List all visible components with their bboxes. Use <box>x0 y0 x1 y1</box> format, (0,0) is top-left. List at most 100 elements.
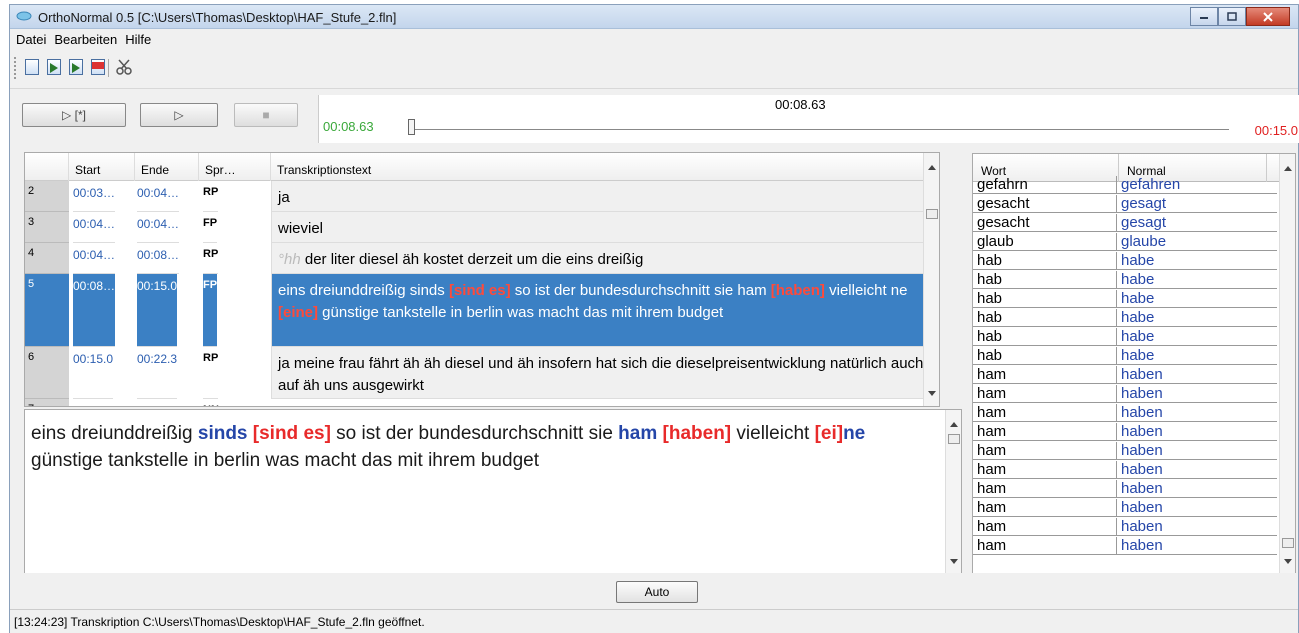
toolbar-grip <box>14 57 17 79</box>
word-row[interactable]: ham haben <box>973 385 1277 403</box>
timeline-slider-handle[interactable] <box>408 119 415 135</box>
open-icon[interactable] <box>22 57 42 77</box>
word-original: ham <box>977 461 1117 479</box>
row-end: 00:15.0 <box>137 274 178 347</box>
word-row[interactable]: hab habe <box>973 328 1277 346</box>
row-end: 00:23… <box>137 399 179 406</box>
word-original: ham <box>977 518 1117 536</box>
word-row[interactable]: ham haben <box>973 423 1277 441</box>
table-row-selected[interactable]: 5 00:08… 00:15.0 FP eins dreiunddreißig … <box>25 274 925 347</box>
word-row[interactable]: ham haben <box>973 461 1277 479</box>
export-icon[interactable] <box>88 57 108 77</box>
table-row[interactable]: 7 00:22.3 00:23… NN <box>25 399 925 406</box>
scroll-thumb[interactable] <box>926 209 938 219</box>
word-row[interactable]: gefahrn gefahren <box>973 176 1277 194</box>
menu-bearbeiten[interactable]: Bearbeiten <box>54 32 117 47</box>
toolbar-separator <box>108 59 109 77</box>
row-speaker: RP <box>203 347 219 399</box>
word-normal: habe <box>1121 309 1155 326</box>
word-normal: gefahren <box>1121 176 1181 193</box>
word-row[interactable]: hab habe <box>973 347 1277 365</box>
row-start: 00:08… <box>73 274 116 347</box>
word-row[interactable]: ham haben <box>973 537 1277 555</box>
auto-button[interactable]: Auto <box>616 581 698 603</box>
maximize-button[interactable] <box>1218 7 1246 26</box>
minimize-button[interactable] <box>1190 7 1218 26</box>
word-row[interactable]: hab habe <box>973 309 1277 327</box>
stop-button[interactable]: ■ <box>234 103 298 127</box>
word-row[interactable]: ham haben <box>973 518 1277 536</box>
word-row[interactable]: hab habe <box>973 271 1277 289</box>
word-normal: haben <box>1121 461 1163 478</box>
word-row[interactable]: ham haben <box>973 404 1277 422</box>
row-end: 00:08… <box>137 243 180 274</box>
scroll-down-icon[interactable] <box>1284 559 1292 564</box>
word-normal: gesagt <box>1121 214 1167 231</box>
word-original: gefahrn <box>977 176 1117 194</box>
scroll-thumb[interactable] <box>1282 538 1294 548</box>
row-end: 00:04… <box>137 181 180 212</box>
transcript-editor[interactable]: eins dreiunddreißig sinds [sind es] so i… <box>24 409 962 575</box>
header-sprecher[interactable]: Spr… <box>199 153 271 181</box>
scroll-down-icon[interactable] <box>928 391 936 396</box>
header-start[interactable]: Start <box>69 153 135 181</box>
row-text[interactable]: ja meine frau fährt äh äh diesel und äh … <box>271 347 925 399</box>
word-row[interactable]: ham haben <box>973 442 1277 460</box>
menu-hilfe[interactable]: Hilfe <box>125 32 151 47</box>
segment-table-header: Start Ende Spr… Transkriptionstext <box>25 153 939 181</box>
save-icon[interactable] <box>44 57 64 77</box>
scroll-thumb[interactable] <box>948 434 960 444</box>
row-text[interactable]: wieviel <box>271 212 925 243</box>
row-number: 2 <box>25 181 69 212</box>
word-row[interactable]: gesacht gesagt <box>973 214 1277 232</box>
table-row[interactable]: 2 00:03… 00:04… RP ja <box>25 181 925 212</box>
row-start: 00:15.0 <box>73 347 114 399</box>
timeline-track[interactable] <box>409 129 1229 130</box>
header-row-number <box>25 153 69 181</box>
word-normal: glaube <box>1121 233 1167 250</box>
word-row[interactable]: glaub glaube <box>973 233 1277 251</box>
row-speaker: RP <box>203 243 219 274</box>
word-row[interactable]: ham haben <box>973 480 1277 498</box>
row-text-prefix: °hh <box>278 251 301 268</box>
header-transkriptionstext[interactable]: Transkriptionstext <box>271 153 925 181</box>
editor-scrollbar[interactable] <box>945 410 961 574</box>
scroll-up-icon[interactable] <box>1284 166 1292 171</box>
word-row[interactable]: gesacht gesagt <box>973 195 1277 213</box>
save-as-icon[interactable] <box>66 57 86 77</box>
word-normal: haben <box>1121 442 1163 459</box>
editor-text[interactable]: eins dreiunddreißig sinds [sind es] so i… <box>31 420 941 474</box>
word-normal: gesagt <box>1121 195 1167 212</box>
close-icon <box>1263 11 1273 22</box>
play-segment-button[interactable]: ▷ [*] <box>22 103 126 127</box>
scroll-up-icon[interactable] <box>928 165 936 170</box>
word-row[interactable]: ham haben <box>973 499 1277 517</box>
table-row[interactable]: 6 00:15.0 00:22.3 RP ja meine frau fährt… <box>25 347 925 399</box>
player-area: ▷ [*] ▷ ■ 00:08.63 00:08.63 00:15.0 <box>10 91 1299 145</box>
row-text[interactable]: °hh der liter diesel äh kostet derzeit u… <box>271 243 925 274</box>
segment-table: Start Ende Spr… Transkriptionstext 2 00:… <box>24 152 940 407</box>
table-row[interactable]: 3 00:04… 00:04… FP wieviel <box>25 212 925 243</box>
cut-icon[interactable] <box>114 57 134 77</box>
scroll-down-icon[interactable] <box>950 559 958 564</box>
toolbar <box>10 49 1298 89</box>
word-table-scrollbar[interactable] <box>1279 154 1295 574</box>
word-original: hab <box>977 290 1117 308</box>
play-button[interactable]: ▷ <box>140 103 218 127</box>
row-text[interactable]: ja <box>271 181 925 212</box>
word-row[interactable]: hab habe <box>973 290 1277 308</box>
timeline: 00:08.63 00:08.63 00:15.0 <box>318 95 1299 143</box>
row-text-body: der liter diesel äh kostet derzeit um di… <box>300 251 644 268</box>
word-row[interactable]: hab habe <box>973 252 1277 270</box>
table-row[interactable]: 4 00:04… 00:08… RP °hh der liter diesel … <box>25 243 925 274</box>
word-row[interactable]: ham haben <box>973 366 1277 384</box>
row-start: 00:22.3 <box>73 399 113 406</box>
word-original: gesacht <box>977 214 1117 232</box>
row-text[interactable]: eins dreiunddreißig sinds [sind es] so i… <box>271 274 925 347</box>
header-ende[interactable]: Ende <box>135 153 199 181</box>
menu-bar: Datei Bearbeiten Hilfe <box>10 29 1298 49</box>
segment-table-scrollbar[interactable] <box>923 153 939 406</box>
close-button[interactable] <box>1246 7 1290 26</box>
scroll-up-icon[interactable] <box>950 422 958 427</box>
menu-datei[interactable]: Datei <box>16 32 46 47</box>
